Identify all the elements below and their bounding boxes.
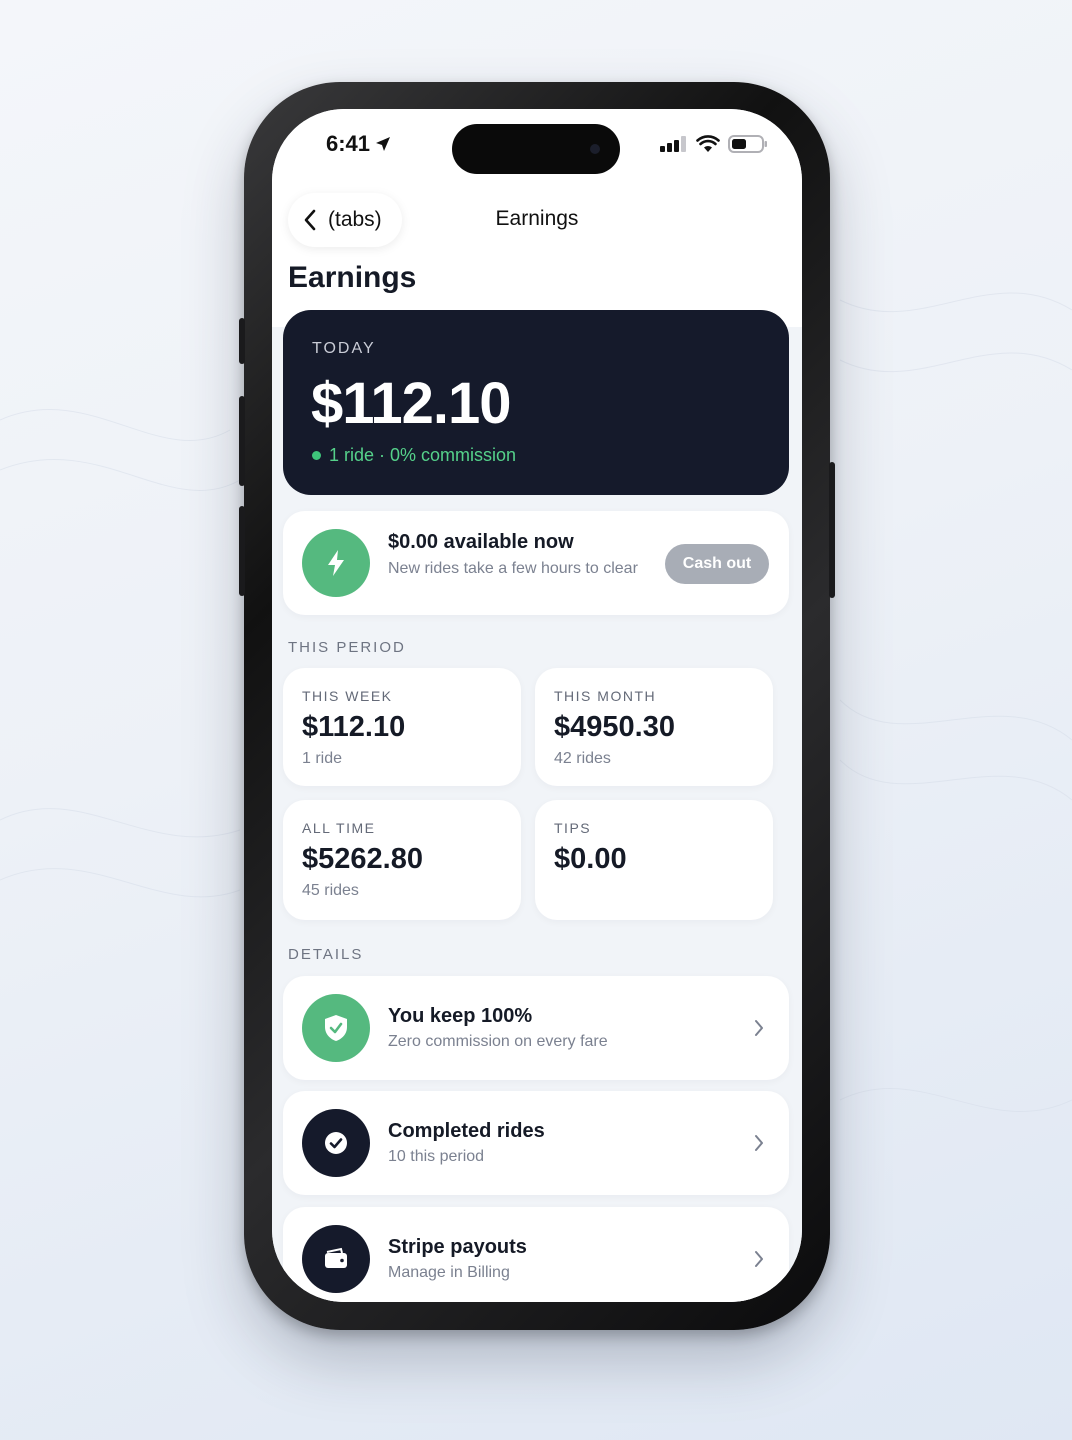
stat-label: TIPS	[554, 820, 592, 836]
status-time: 6:41	[326, 131, 392, 157]
stat-card-this-week: THIS WEEK $112.10 1 ride	[283, 668, 521, 786]
wifi-icon	[696, 135, 720, 152]
phone-frame: 6:41 (tabs) Earnings Earnings TODAY $112…	[239, 82, 835, 1330]
details-row-description: Zero commission on every fare	[388, 1033, 608, 1050]
front-camera	[590, 144, 600, 154]
stat-label: THIS MONTH	[554, 688, 657, 704]
stat-card-all-time: ALL TIME $5262.80 45 rides	[283, 800, 521, 920]
today-label: TODAY	[312, 340, 376, 357]
status-bar: 6:41	[272, 109, 802, 177]
chevron-right-icon	[755, 1135, 763, 1151]
check-circle-icon	[302, 1109, 370, 1177]
details-row-keep-100[interactable]: You keep 100% Zero commission on every f…	[283, 976, 789, 1080]
stat-value: $112.10	[302, 711, 406, 743]
stat-sub: 42 rides	[554, 750, 611, 767]
screen: 6:41 (tabs) Earnings Earnings TODAY $112…	[272, 109, 802, 1302]
dynamic-island	[452, 124, 620, 174]
today-earnings-card: TODAY $112.10 1 ride · 0% commission	[283, 310, 789, 495]
stat-value: $0.00	[554, 843, 627, 875]
available-balance-card: $0.00 available now New rides take a few…	[283, 511, 789, 615]
available-title: $0.00 available now	[388, 531, 574, 553]
cash-out-button[interactable]: Cash out	[665, 544, 769, 584]
power-button	[829, 462, 835, 598]
details-row-title: You keep 100%	[388, 1005, 533, 1027]
wallet-icon	[302, 1225, 370, 1293]
stat-value: $5262.80	[302, 843, 423, 875]
chevron-right-icon	[755, 1251, 763, 1267]
battery-icon	[728, 135, 767, 153]
lightning-icon	[302, 529, 370, 597]
status-dot-icon	[312, 451, 321, 460]
stat-label: THIS WEEK	[302, 688, 393, 704]
stat-label: ALL TIME	[302, 820, 376, 836]
today-amount: $112.10	[311, 371, 511, 436]
location-arrow-icon	[376, 137, 391, 151]
stat-value: $4950.30	[554, 711, 675, 743]
details-row-stripe-payouts[interactable]: Stripe payouts Manage in Billing	[283, 1207, 789, 1302]
shield-check-icon	[302, 994, 370, 1062]
details-heading: DETAILS	[288, 946, 364, 963]
stat-card-tips: TIPS $0.00	[535, 800, 773, 920]
stat-sub: 1 ride	[302, 750, 343, 767]
volume-up-button	[239, 396, 245, 486]
details-row-completed-rides[interactable]: Completed rides 10 this period	[283, 1091, 789, 1195]
this-period-heading: THIS PERIOD	[288, 639, 406, 656]
chevron-right-icon	[755, 1020, 763, 1036]
cellular-signal-icon	[660, 136, 686, 152]
details-row-description: Manage in Billing	[388, 1264, 510, 1281]
today-summary-text: 1 ride · 0% commission	[329, 445, 517, 465]
details-row-title: Completed rides	[388, 1120, 545, 1142]
nav-title: Earnings	[495, 207, 579, 230]
status-icons	[660, 135, 768, 153]
page-title: Earnings	[288, 261, 417, 294]
stat-card-this-month: THIS MONTH $4950.30 42 rides	[535, 668, 773, 786]
details-row-description: 10 this period	[388, 1148, 485, 1165]
status-time-text: 6:41	[326, 131, 371, 156]
action-button	[239, 318, 245, 364]
today-summary: 1 ride · 0% commission	[312, 445, 516, 466]
details-row-title: Stripe payouts	[388, 1236, 527, 1258]
stat-sub: 45 rides	[302, 882, 359, 899]
available-description: New rides take a few hours to clear	[388, 560, 638, 577]
volume-down-button	[239, 506, 245, 596]
